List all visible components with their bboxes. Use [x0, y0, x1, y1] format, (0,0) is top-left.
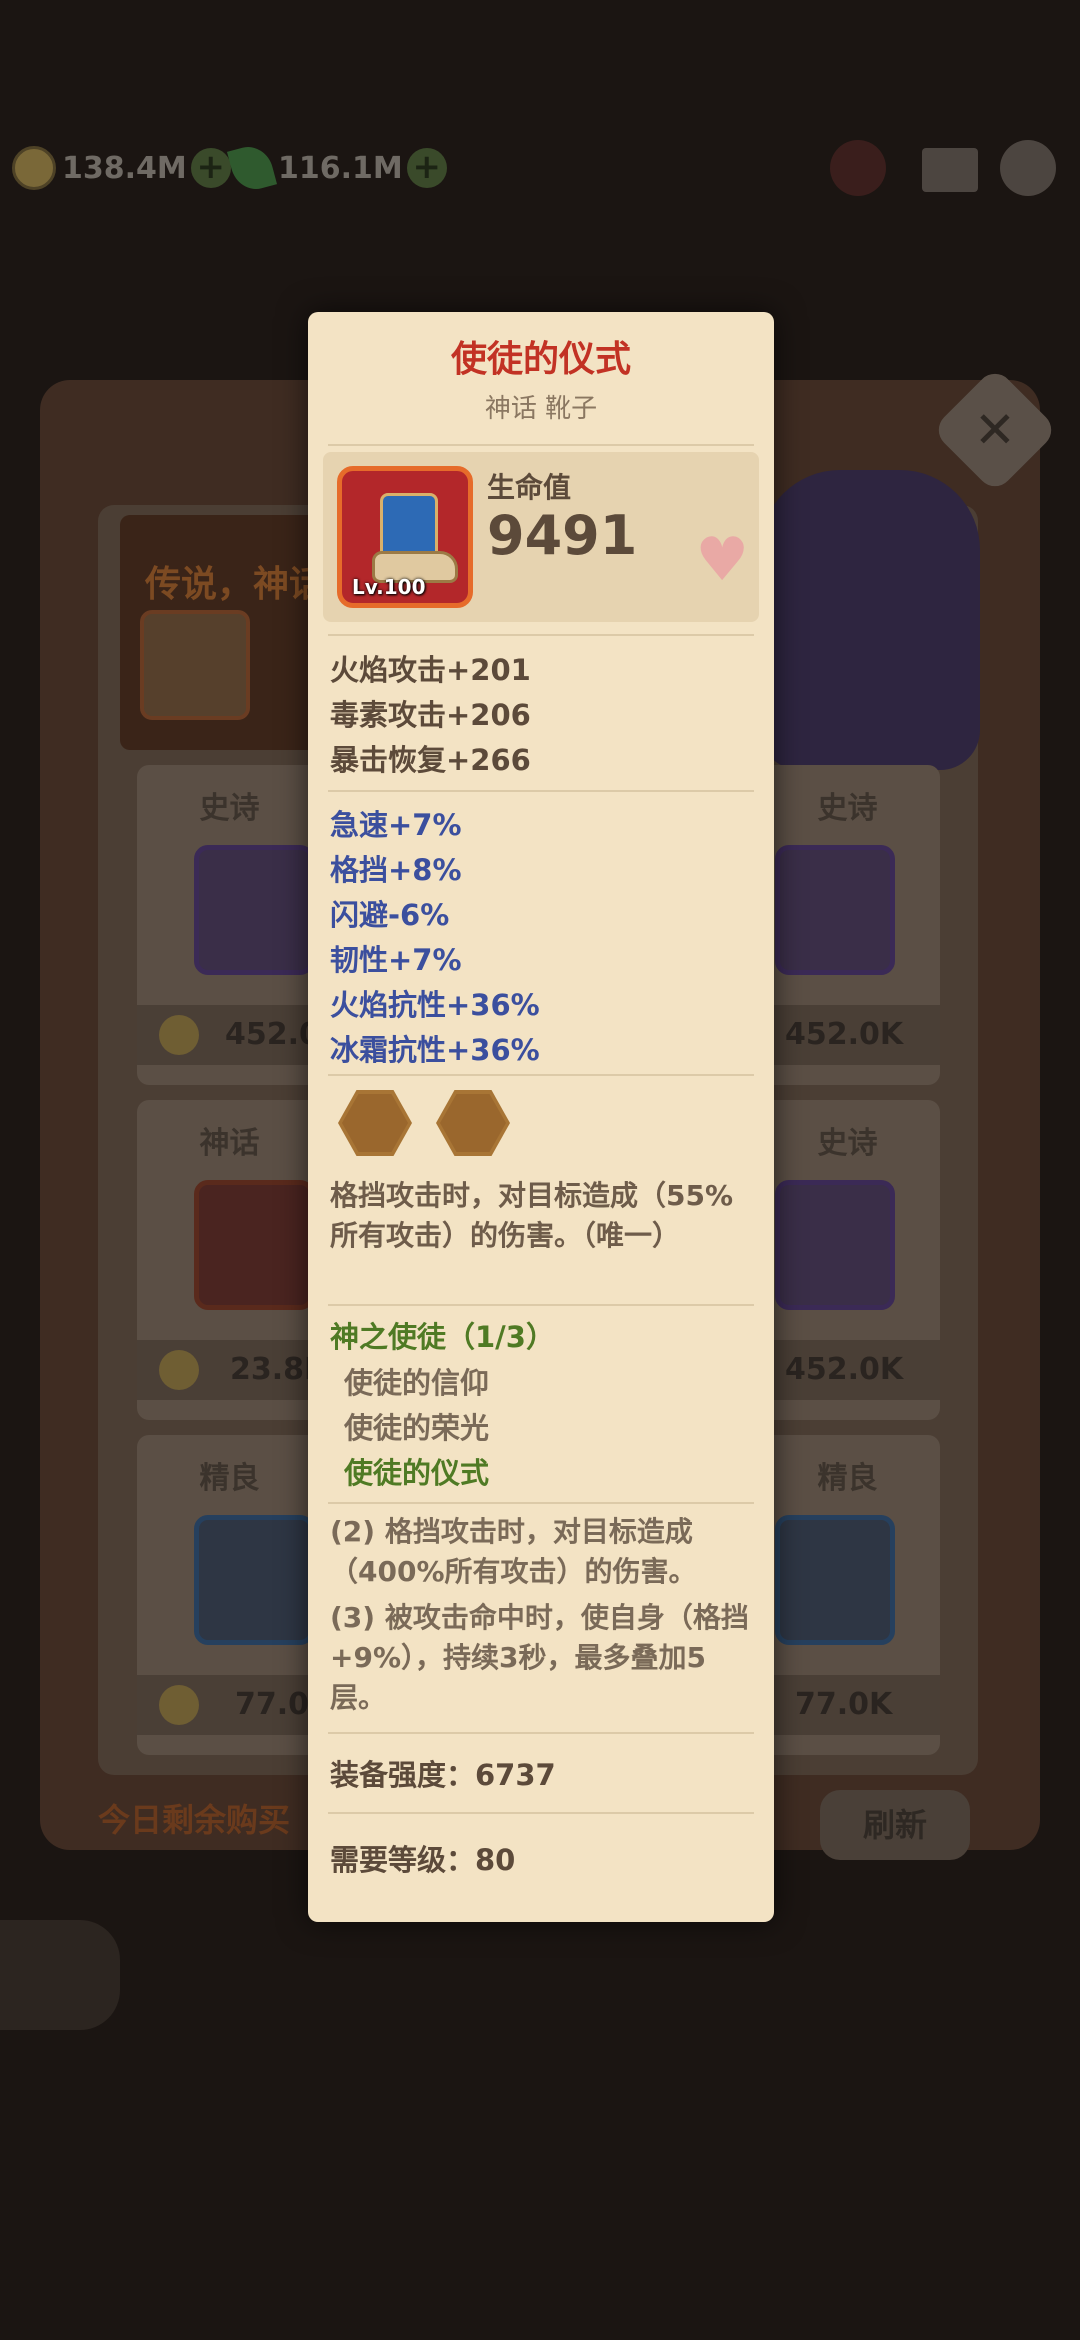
close-button[interactable]: ✕ — [931, 366, 1059, 494]
card-rarity: 精良 — [817, 1461, 878, 1496]
coin-icon — [159, 1015, 199, 1055]
base-stat: 暴击恢复+266 — [330, 743, 531, 777]
card-price-row: 23.8M — [137, 1340, 334, 1400]
card-rarity: 史诗 — [199, 791, 260, 826]
set-bonus-2: (2) 格挡攻击时，对目标造成（400%所有攻击）的伤害。 — [330, 1515, 697, 1588]
extra-stat: 火焰抗性+36% — [330, 988, 540, 1022]
back-button[interactable] — [0, 1920, 120, 2030]
base-stat: 毒素攻击+206 — [330, 698, 531, 732]
divider — [328, 634, 754, 636]
gold-amount: 138.4M — [62, 150, 187, 186]
boot-icon — [775, 1180, 895, 1310]
banner-text: 传说，神话 — [145, 564, 326, 605]
item-header: Lv.100 生命值 9491 ♥ — [323, 452, 759, 622]
item-level: Lv.100 — [352, 575, 426, 599]
set-title: 神之使徒（1/3） — [330, 1320, 555, 1354]
slime-icon — [194, 845, 314, 975]
unique-effect: 格挡攻击时，对目标造成（55%所有攻击）的伤害。（唯一） — [330, 1179, 734, 1252]
leaf-gem-icon — [226, 141, 278, 195]
shop-card[interactable]: 精良 77.0K — [137, 1435, 332, 1755]
heart-icon: ♥ — [695, 525, 749, 595]
card-price: 452.0K — [785, 1017, 904, 1052]
card-price-row: 77.0K — [755, 1675, 940, 1735]
item-tooltip: 使徒的仪式 神话 靴子 Lv.100 生命值 9491 ♥ 火焰攻击+201 毒… — [308, 312, 774, 1922]
card-price-row: 452.0K — [137, 1005, 343, 1065]
mail-icon[interactable] — [922, 148, 978, 192]
divider — [328, 1502, 754, 1504]
alert-avatar-icon[interactable] — [830, 140, 886, 196]
divider — [328, 1304, 754, 1306]
ring-icon — [775, 845, 895, 975]
card-rarity: 史诗 — [817, 1126, 878, 1161]
shop-card[interactable]: 神话 23.8M — [137, 1100, 334, 1420]
main-stat-value: 9491 — [487, 504, 638, 567]
card-price: 452.0K — [785, 1352, 904, 1387]
gem-socket-icon — [338, 1090, 412, 1156]
divider — [328, 790, 754, 792]
required-level: 需要等级：80 — [330, 1843, 516, 1877]
gem-amount: 116.1M — [278, 150, 403, 186]
shop-card[interactable]: 史诗 452.0K — [137, 765, 343, 1085]
shop-card[interactable]: 精良 77.0K — [755, 1435, 940, 1755]
card-rarity: 史诗 — [817, 791, 878, 826]
dagger-icon — [775, 1515, 895, 1645]
extra-stat: 冰霜抗性+36% — [330, 1033, 540, 1067]
add-gem-button[interactable]: + — [406, 148, 447, 188]
extra-stat: 格挡+8% — [330, 853, 462, 887]
gear-icon[interactable] — [1000, 140, 1056, 196]
card-price: 77.0K — [795, 1687, 893, 1722]
set-bonus-3: (3) 被攻击命中时，使自身（格挡+9%），持续3秒，最多叠加5层。 — [330, 1601, 749, 1714]
divider — [328, 1732, 754, 1734]
shop-card[interactable]: 史诗 452.0K — [755, 765, 940, 1085]
add-gold-button[interactable]: + — [190, 148, 231, 188]
extra-stat: 韧性+7% — [330, 943, 462, 977]
card-rarity: 神话 — [199, 1126, 260, 1161]
card-rarity: 精良 — [199, 1461, 260, 1496]
top-bar: 138.4M + 116.1M + — [0, 130, 1080, 210]
divider — [328, 1074, 754, 1076]
boot-icon — [194, 1180, 314, 1310]
set-item: 使徒的荣光 — [344, 1411, 490, 1445]
item-boot-icon: Lv.100 — [337, 466, 473, 608]
extra-stat: 闪避-6% — [330, 898, 450, 932]
divider — [328, 444, 754, 446]
card-price-row: 77.0K — [137, 1675, 332, 1735]
refresh-button[interactable]: 刷新 — [820, 1790, 970, 1860]
gold-currency: 138.4M + — [12, 142, 231, 194]
base-stat: 火焰攻击+201 — [330, 653, 531, 687]
item-power: 装备强度：6737 — [330, 1758, 556, 1792]
shop-card[interactable]: 史诗 452.0K — [755, 1100, 940, 1420]
card-price-row: 452.0K — [755, 1005, 940, 1065]
banner-scepter-slot — [140, 610, 250, 720]
divider — [328, 1812, 754, 1814]
monster-art — [760, 470, 980, 770]
main-stat-label: 生命值 — [487, 471, 572, 504]
gem-socket-icon — [436, 1090, 510, 1156]
gold-coin-icon — [12, 146, 56, 190]
extra-stat: 急速+7% — [330, 808, 462, 842]
card-price-row: 452.0K — [755, 1340, 940, 1400]
close-icon: ✕ — [974, 401, 1016, 459]
daily-remaining-text: 今日剩余购买 — [98, 1801, 291, 1839]
item-name: 使徒的仪式 — [450, 339, 631, 380]
coin-icon — [159, 1350, 199, 1390]
set-item-active: 使徒的仪式 — [344, 1456, 490, 1490]
coin-icon — [159, 1685, 199, 1725]
item-type: 神话 靴子 — [484, 394, 598, 424]
shield-icon — [194, 1515, 314, 1645]
gem-currency: 116.1M + — [226, 141, 447, 195]
set-item: 使徒的信仰 — [344, 1366, 490, 1400]
